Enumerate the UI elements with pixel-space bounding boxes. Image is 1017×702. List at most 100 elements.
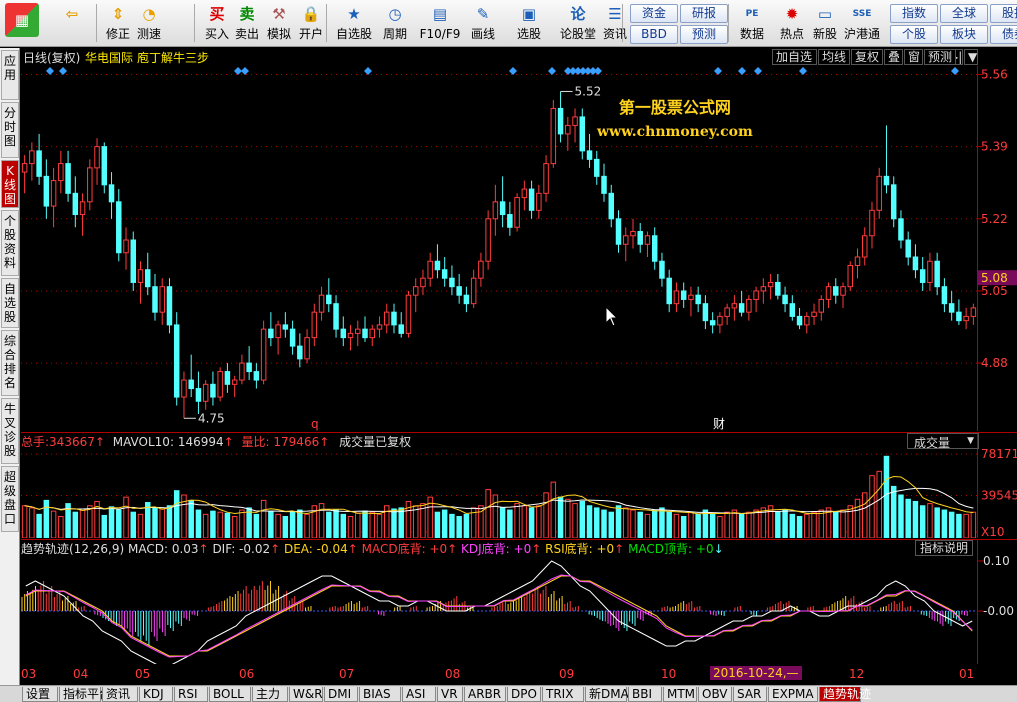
toolbar-button-12[interactable]: ✎ 画线	[466, 2, 500, 45]
toolbar-button-label: 开户	[298, 27, 323, 41]
chart-option-button[interactable]: 叠	[884, 49, 903, 65]
bottom-tab[interactable]: SAR	[733, 687, 767, 702]
toolbar-button-3[interactable]: ⇕ 修正	[101, 2, 135, 45]
toolbar-button-18[interactable]: ▭ 新股	[808, 2, 842, 45]
toolbar-button-15[interactable]: ☰ 资讯	[598, 2, 632, 45]
bottom-tab[interactable]: DPO	[507, 687, 541, 702]
period-label[interactable]: 日线(复权)	[23, 49, 80, 66]
volume-bar	[594, 507, 600, 539]
side-tab-5[interactable]: 自选股	[1, 278, 19, 328]
side-tab-2[interactable]: 分时图	[1, 102, 19, 158]
volume-bar	[659, 507, 665, 539]
candle-body	[666, 277, 672, 305]
toolbar-button-16[interactable]: PE 数据	[735, 2, 769, 45]
side-tab-6[interactable]: 综合排名	[1, 330, 19, 396]
indicator-help-button[interactable]: 指标说明	[915, 540, 974, 556]
bottom-tab[interactable]: MTM	[663, 687, 697, 702]
side-tab-4[interactable]: 个股资料	[1, 210, 19, 276]
toolbar-button-8[interactable]: 🔒 开户	[294, 2, 328, 45]
toolbar-button-4[interactable]: ◔ 测速	[132, 2, 166, 45]
chart-option-button[interactable]: 均线	[818, 49, 850, 65]
bottom-tab[interactable]: 指标平台	[59, 687, 111, 702]
chart-option-button[interactable]: 窗	[904, 49, 923, 65]
toolbar-button-2[interactable]: ⇦	[55, 2, 89, 45]
toolbar-button-7[interactable]: ⚒ 模拟	[262, 2, 296, 45]
bottom-tab[interactable]: 资讯	[102, 687, 138, 702]
toolbar-small-button[interactable]: 全球	[940, 4, 988, 23]
toolbar-button-13[interactable]: ▣ 选股	[512, 2, 546, 45]
bottom-tab[interactable]: ARBR	[464, 687, 506, 702]
bottom-tab[interactable]: RSI	[174, 687, 208, 702]
bottom-tab[interactable]: OBV	[698, 687, 732, 702]
toolbar-button-label: 修正	[105, 27, 130, 41]
ratio-value: 179466	[273, 435, 320, 449]
indicator-selector[interactable]: 成交量 ▼	[907, 433, 979, 450]
volume-bar	[927, 503, 933, 539]
volume-tick: X10	[981, 525, 1005, 538]
bottom-tab[interactable]: ASI	[402, 687, 436, 702]
total-value: 343667	[49, 435, 95, 449]
toolbar-button-9[interactable]: ★ 自选股	[332, 2, 376, 45]
candle-body	[847, 264, 854, 288]
toolbar-small-button[interactable]: 股指	[990, 4, 1017, 23]
volume-bar	[528, 507, 535, 539]
toolbar-small-button[interactable]: 债券	[990, 25, 1017, 44]
low-annotation: 4.75	[198, 411, 225, 425]
candle-body	[919, 269, 926, 283]
bottom-tab[interactable]: 趋势轨迹	[819, 687, 871, 702]
toolbar-button-label: 热点	[779, 27, 804, 41]
volume-bar	[905, 498, 911, 539]
toolbar-button-5[interactable]: 买买入	[200, 2, 234, 45]
volume-bar	[622, 507, 629, 539]
toolbar-button-19[interactable]: SSE 沪港通	[840, 2, 884, 45]
toolbar-button-11[interactable]: ▤ F10/F9	[418, 2, 462, 45]
volume-bar	[58, 516, 64, 539]
toolbar-button-6[interactable]: 卖卖出	[230, 2, 264, 45]
bottom-tab[interactable]: VR	[437, 687, 463, 702]
dropdown-button[interactable]: ▼	[964, 49, 978, 65]
candle-body	[630, 231, 636, 237]
bottom-tab[interactable]: KDJ	[139, 687, 173, 702]
side-tab-7[interactable]: 牛叉诊股	[1, 398, 19, 464]
f10-icon: ▤	[432, 5, 448, 23]
toolbar-button-label: 测速	[136, 27, 161, 41]
bottom-tab[interactable]: W&R	[289, 687, 323, 702]
toolbar-small-button[interactable]: 指数	[890, 4, 938, 23]
toolbar-button-17[interactable]: ✹ 热点	[775, 2, 809, 45]
chart-option-button[interactable]: 预测	[924, 49, 956, 65]
candle-body	[130, 239, 137, 283]
chart-option-button[interactable]: 复权	[851, 49, 883, 65]
signal-diamond	[59, 67, 67, 75]
side-tab-3[interactable]: K线图	[1, 160, 19, 208]
toolbar-small-button[interactable]: 板块	[940, 25, 988, 44]
bottom-tab[interactable]: BOLL	[209, 687, 251, 702]
toolbar-button-1[interactable]: ▦	[5, 2, 39, 45]
bottom-tab[interactable]: BBI	[628, 687, 662, 702]
volume-bar	[948, 511, 955, 539]
side-tab-8[interactable]: 超级盘口	[1, 466, 19, 532]
bottom-tab[interactable]: 主力	[252, 687, 288, 702]
bottom-tab[interactable]: 新DMA	[585, 687, 629, 702]
toolbar-small-button[interactable]: 预测	[680, 25, 728, 44]
toolbar-button-14[interactable]: 论论股堂	[556, 2, 600, 45]
volume-bar	[202, 513, 209, 539]
candle-body	[434, 260, 441, 271]
bottom-tab[interactable]: EXPMA	[768, 687, 818, 702]
toolbar-separator	[622, 4, 623, 42]
bottom-tab[interactable]: DMI	[324, 687, 358, 702]
bottom-tab[interactable]: 设置	[22, 687, 58, 702]
chart-option-button[interactable]: 加自选	[772, 49, 817, 65]
formula-name[interactable]: 庖丁解牛三步	[137, 49, 209, 66]
toolbar-button-10[interactable]: ◷ 周期	[378, 2, 412, 45]
toolbar-small-button[interactable]: 个股	[890, 25, 938, 44]
volume-bar	[565, 498, 571, 539]
side-tab-1[interactable]: 应用	[1, 50, 19, 100]
bottom-tab[interactable]: TRIX	[542, 687, 584, 702]
volume-bar	[753, 509, 759, 539]
toolbar-small-button[interactable]: BBD	[630, 25, 678, 44]
candle-body	[970, 307, 977, 317]
bottom-tab[interactable]: BIAS	[359, 687, 401, 702]
toolbar-small-button[interactable]: 资金	[630, 4, 678, 23]
toolbar-small-button[interactable]: 研报	[680, 4, 728, 23]
candle-body	[702, 303, 709, 322]
